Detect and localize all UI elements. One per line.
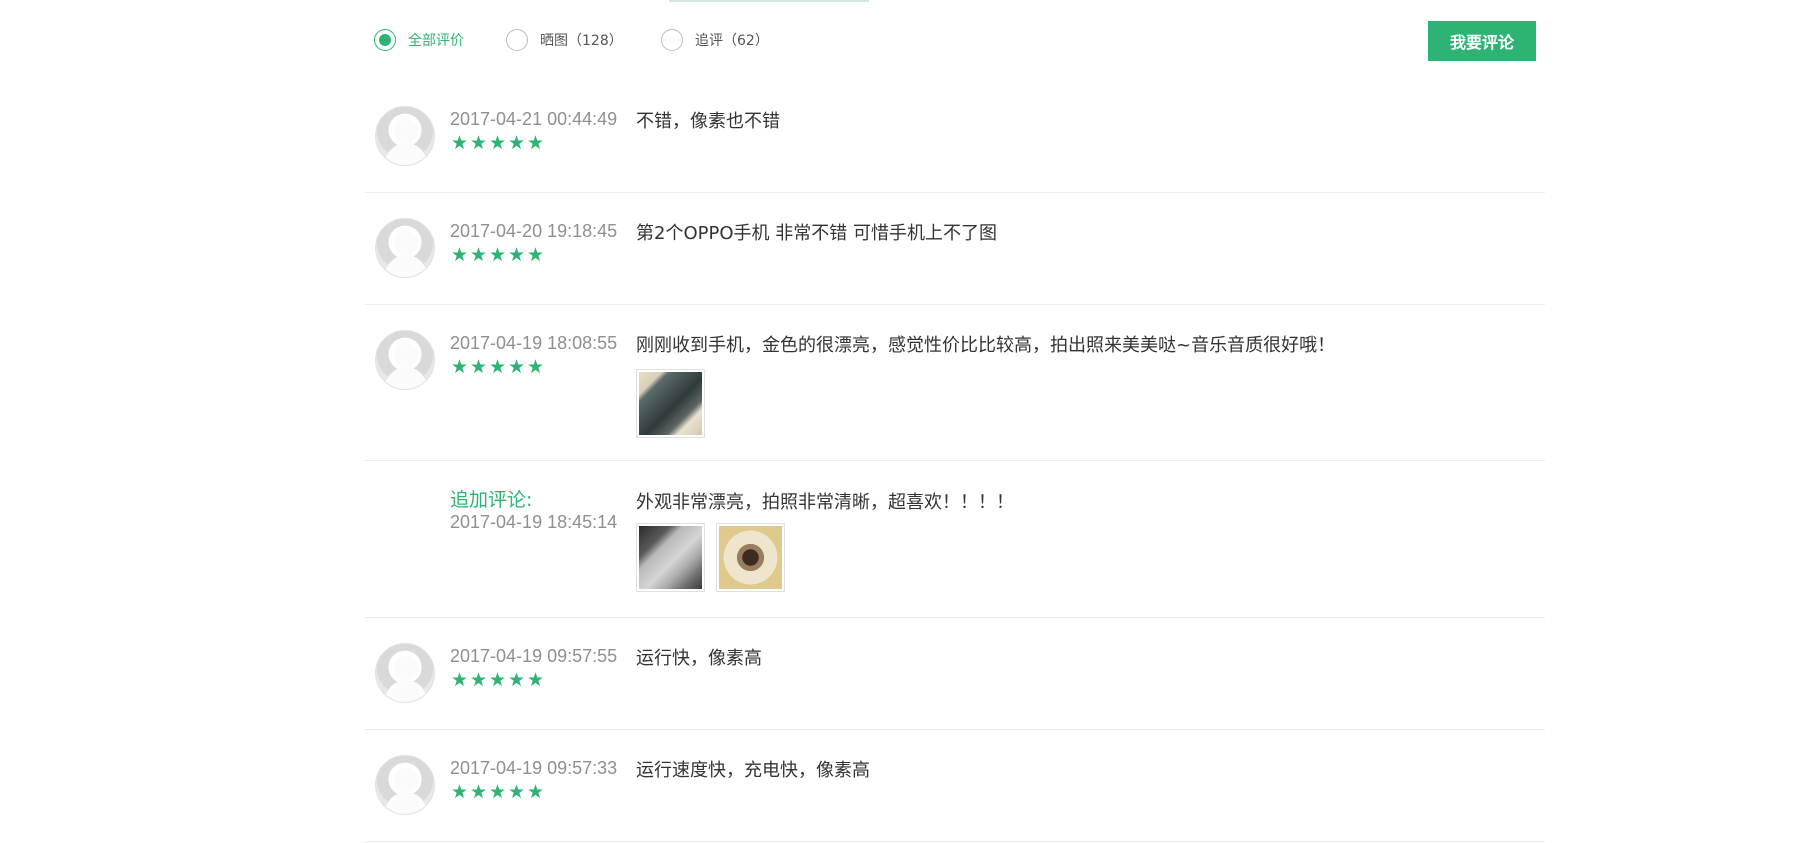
review-text: 运行快，像素高 xyxy=(636,648,762,669)
filter-photo-reviews[interactable]: 晒图（128） xyxy=(506,27,623,53)
review-item: 2017-04-20 19:18:45 ★ ★ ★ ★ ★ 第2个OPPO手机 非常不错… xyxy=(365,193,1545,305)
avatar xyxy=(375,643,435,703)
star-icon: ★ xyxy=(450,781,469,803)
star-icon: ★ xyxy=(488,356,507,378)
review-text: 刚刚收到手机，金色的很漂亮，感觉性价比比较高，拍出照来美美哒~音乐音质很好哦！ xyxy=(636,335,1336,356)
star-icon: ★ xyxy=(469,356,488,378)
star-icon: ★ xyxy=(488,244,507,266)
filter-follow-up-label: 追评（62） xyxy=(695,33,769,49)
write-review-button[interactable]: 我要评论 xyxy=(1428,21,1536,61)
avatar xyxy=(375,106,435,166)
star-rating: ★ ★ ★ ★ ★ xyxy=(450,134,620,153)
review-item: 2017-04-21 00:44:49 ★ ★ ★ ★ ★ 不错，像素也不错 xyxy=(365,88,1545,193)
star-icon: ★ xyxy=(488,781,507,803)
review-text: 第2个OPPO手机 非常不错 可惜手机上不了图 xyxy=(636,223,997,244)
tab-active-underline xyxy=(669,0,869,2)
star-icon: ★ xyxy=(507,132,526,154)
review-photo-thumbnail[interactable] xyxy=(716,523,785,592)
avatar xyxy=(375,755,435,815)
review-photo-thumbnail[interactable] xyxy=(636,369,705,438)
star-icon: ★ xyxy=(450,132,469,154)
star-icon: ★ xyxy=(507,244,526,266)
star-rating: ★ ★ ★ ★ ★ xyxy=(450,783,620,802)
star-icon: ★ xyxy=(526,669,545,691)
star-icon: ★ xyxy=(488,669,507,691)
star-icon: ★ xyxy=(526,781,545,803)
star-icon: ★ xyxy=(526,132,545,154)
review-photo-thumbnail[interactable] xyxy=(636,523,705,592)
star-icon: ★ xyxy=(450,356,469,378)
star-icon: ★ xyxy=(469,132,488,154)
star-icon: ★ xyxy=(507,781,526,803)
follow-up-label: 追加评论: xyxy=(450,489,533,511)
review-list: 2017-04-21 00:44:49 ★ ★ ★ ★ ★ 不错，像素也不错 2017-… xyxy=(365,88,1545,842)
review-item: 2017-04-19 18:08:55 ★ ★ ★ ★ ★ 刚刚收到手机，金色的很漂亮，… xyxy=(365,305,1545,461)
star-rating: ★ ★ ★ ★ ★ xyxy=(450,358,620,377)
review-date: 2017-04-19 18:08:55 xyxy=(450,333,618,353)
follow-up-review-item: 追加评论: 2017-04-19 18:45:14 外观非常漂亮，拍照非常清晰，… xyxy=(365,461,1545,618)
star-icon: ★ xyxy=(469,244,488,266)
filter-all-reviews[interactable]: 全部评价 xyxy=(374,27,464,53)
avatar xyxy=(375,330,435,390)
star-icon: ★ xyxy=(469,781,488,803)
star-icon: ★ xyxy=(526,356,545,378)
star-icon: ★ xyxy=(526,244,545,266)
star-icon: ★ xyxy=(450,244,469,266)
avatar xyxy=(375,218,435,278)
star-icon: ★ xyxy=(507,669,526,691)
review-date: 2017-04-19 09:57:33 xyxy=(450,758,618,778)
review-item: 2017-04-19 09:57:33 ★ ★ ★ ★ ★ 运行速度快，充电快，像素高 xyxy=(365,730,1545,842)
star-icon: ★ xyxy=(488,132,507,154)
filter-photo-label: 晒图（128） xyxy=(540,33,623,49)
follow-up-text: 外观非常漂亮，拍照非常清晰，超喜欢！！！！ xyxy=(636,492,1014,513)
review-date: 2017-04-19 09:57:55 xyxy=(450,646,618,666)
filter-all-label: 全部评价 xyxy=(408,33,464,49)
radio-unchecked-icon[interactable] xyxy=(661,29,683,51)
filter-follow-up-reviews[interactable]: 追评（62） xyxy=(661,27,769,53)
star-rating: ★ ★ ★ ★ ★ xyxy=(450,246,620,265)
star-rating: ★ ★ ★ ★ ★ xyxy=(450,671,620,690)
review-date: 2017-04-21 00:44:49 xyxy=(450,109,618,129)
star-icon: ★ xyxy=(507,356,526,378)
radio-checked-icon[interactable] xyxy=(374,29,396,51)
review-date: 2017-04-20 19:18:45 xyxy=(450,221,618,241)
star-icon: ★ xyxy=(450,669,469,691)
review-text: 不错，像素也不错 xyxy=(636,111,780,132)
star-icon: ★ xyxy=(469,669,488,691)
review-text: 运行速度快，充电快，像素高 xyxy=(636,760,870,781)
review-item: 2017-04-19 09:57:55 ★ ★ ★ ★ ★ 运行快，像素高 xyxy=(365,618,1545,730)
follow-up-date: 2017-04-19 18:45:14 xyxy=(450,512,618,532)
review-filter-bar: 全部评价 晒图（128） 追评（62） 我要评论 xyxy=(374,21,1536,85)
radio-unchecked-icon[interactable] xyxy=(506,29,528,51)
